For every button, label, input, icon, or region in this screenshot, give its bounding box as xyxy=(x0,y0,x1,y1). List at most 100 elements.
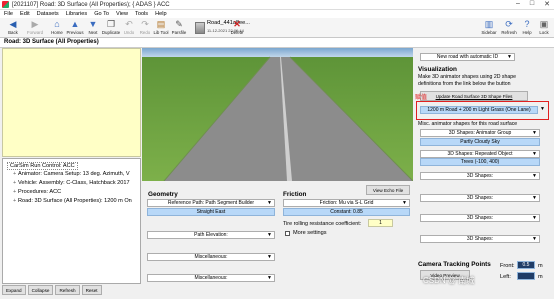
friction-heading: Friction xyxy=(283,191,307,198)
miscellaneous-dropdown-2[interactable]: Miscellaneous: ▼ xyxy=(147,274,275,282)
notes-area[interactable] xyxy=(2,48,141,157)
road-surface-link[interactable]: 1200 m Road + 200 m Light Grass (One Lan… xyxy=(420,106,538,114)
maximize-button[interactable]: □ xyxy=(530,0,534,8)
home-icon: ⌂ xyxy=(54,19,60,29)
animator-group-dropdown[interactable]: 3D Shapes: Animator Group ▼ xyxy=(420,129,540,137)
road-id-dropdown[interactable]: New road with automatic ID ▼ xyxy=(420,53,515,61)
friction-dropdown[interactable]: Friction: Mu via S-L Grid ▼ xyxy=(283,199,410,207)
left-unit: m xyxy=(538,274,543,280)
road-scene-graphic xyxy=(142,48,413,181)
chevron-down-icon: ▼ xyxy=(532,173,537,179)
geometry-heading: Geometry xyxy=(148,191,178,198)
menu-edit[interactable]: Edit xyxy=(20,11,30,17)
shapes-dropdown-1[interactable]: 3D Shapes: ▼ xyxy=(420,172,540,180)
page-header: Road: 3D Surface (All Properties) xyxy=(0,38,554,48)
back-icon: ◀ xyxy=(9,19,17,29)
close-button[interactable]: ✕ xyxy=(544,0,550,8)
animator-group-value[interactable]: Partly Cloudy Sky xyxy=(420,138,540,146)
reset-button[interactable]: Reset xyxy=(81,285,102,295)
miscellaneous-dropdown-1[interactable]: Miscellaneous: ▼ xyxy=(147,253,275,261)
delete-button[interactable]: ✕ Delete xyxy=(226,19,248,37)
chevron-down-icon: ▼ xyxy=(532,195,537,201)
parsfile-icon: ✎ xyxy=(175,19,183,29)
lock-icon: ▣ xyxy=(539,19,549,29)
run-control-tree[interactable]: CarSim Run Control: ACC + Animator: Camer… xyxy=(2,158,141,284)
page-title: Road: 3D Surface (All Properties) xyxy=(4,39,99,45)
tree-item[interactable]: + Road: 3D Surface (All Properties): 1200… xyxy=(13,198,132,204)
view-echo-file-button[interactable]: View Echo File xyxy=(366,185,410,195)
visualization-description: definitions from the link below the butt… xyxy=(418,81,511,87)
menu-datasets[interactable]: Datasets xyxy=(37,11,59,17)
tree-item[interactable]: + Animator: Camera Setup: 13 deg. Azimuth… xyxy=(13,171,130,177)
front-unit: m xyxy=(538,263,543,269)
chevron-down-icon: ▼ xyxy=(267,200,272,206)
reference-path-value[interactable]: Straight East xyxy=(147,208,275,216)
toolbar: ◀ Back ▶ Forward ⌂ Home ▲ Previous ▼ Nex… xyxy=(0,18,554,38)
sidebar-button[interactable]: ▥ Sidebar xyxy=(478,19,500,37)
next-icon: ▼ xyxy=(88,19,98,29)
menu-goto[interactable]: Go To xyxy=(94,11,109,17)
left-input[interactable] xyxy=(517,272,535,280)
friction-value[interactable]: Constant: 0.85 xyxy=(283,208,410,216)
help-icon: ? xyxy=(524,19,530,29)
previous-icon: ▲ xyxy=(70,19,80,29)
shapes-dropdown-3[interactable]: 3D Shapes: ▼ xyxy=(420,214,540,222)
sidebar-icon: ▥ xyxy=(484,19,494,29)
visualization-description: Make 3D animator shapes using 2D shape xyxy=(418,74,517,80)
rolling-resistance-input[interactable]: 1 xyxy=(368,219,393,227)
forward-button[interactable]: ▶ Forward xyxy=(24,19,46,37)
tree-refresh-button[interactable]: Refresh xyxy=(55,285,80,295)
menu-bar: File Edit Datasets Libraries Go To View … xyxy=(0,10,554,18)
redo-icon: ↷ xyxy=(141,19,149,29)
refresh-icon: ⟳ xyxy=(505,19,513,29)
more-settings-checkbox[interactable] xyxy=(285,231,290,236)
menu-tools[interactable]: Tools xyxy=(135,11,148,17)
undo-icon: ↶ xyxy=(125,19,133,29)
menu-help[interactable]: Help xyxy=(155,11,167,17)
rolling-resistance-label: Tire rolling resistance coefficient: xyxy=(283,221,362,227)
menu-libraries[interactable]: Libraries xyxy=(66,11,87,17)
forward-icon: ▶ xyxy=(31,19,39,29)
lock-button[interactable]: ▣ Lock xyxy=(533,19,554,37)
tree-item[interactable]: + Vehicle: Assembly: C-Class, Hatchback 2… xyxy=(13,180,130,186)
repeated-object-value[interactable]: Trees (-100, 400) xyxy=(420,158,540,166)
repeated-object-dropdown[interactable]: 3D Shapes: Repeated Object ▼ xyxy=(420,150,540,158)
properties-panel: Geometry Reference Path: Path Segment Bu… xyxy=(142,181,413,296)
chevron-down-icon: ▼ xyxy=(532,215,537,221)
collapse-button[interactable]: Collapse xyxy=(27,285,54,295)
road-preview-scene xyxy=(142,48,413,181)
tree-buttons: Expand Collapse Refresh Reset xyxy=(2,285,141,296)
shapes-dropdown-2[interactable]: 3D Shapes: ▼ xyxy=(420,194,540,202)
chevron-down-icon: ▼ xyxy=(267,275,272,281)
back-button[interactable]: ◀ Back xyxy=(2,19,24,37)
minimize-button[interactable]: – xyxy=(516,0,520,8)
chevron-down-icon[interactable]: ▼ xyxy=(540,106,545,112)
path-elevation-dropdown[interactable]: Path Elevation: ▼ xyxy=(147,231,275,239)
parsfile-button[interactable]: ✎ Parsfile xyxy=(168,19,190,37)
left-label: Left: xyxy=(500,274,511,280)
chevron-down-icon: ▼ xyxy=(532,236,537,242)
chevron-down-icon: ▼ xyxy=(507,54,512,60)
duplicate-icon: ❐ xyxy=(106,19,116,29)
chevron-down-icon: ▼ xyxy=(267,254,272,260)
delete-icon: ✕ xyxy=(233,19,241,29)
watermark: CSDN @ 南城 xyxy=(423,276,475,285)
tree-root[interactable]: CarSim Run Control: ACC xyxy=(7,162,78,170)
chevron-down-icon: ▼ xyxy=(402,200,407,206)
update-road-surface-button[interactable]: Update Road Surface 3D Shape Files xyxy=(420,91,528,101)
chevron-down-icon: ▼ xyxy=(532,151,537,157)
camera-tracking-heading: Camera Tracking Points xyxy=(418,261,491,268)
expand-button[interactable]: Expand xyxy=(2,285,26,295)
chevron-down-icon: ▼ xyxy=(532,130,537,136)
shapes-dropdown-4[interactable]: 3D Shapes: ▼ xyxy=(420,235,540,243)
front-input[interactable]: 0.5 xyxy=(517,261,535,269)
menu-view[interactable]: View xyxy=(116,11,128,17)
right-panel: New road with automatic ID ▼ Visualizatio… xyxy=(414,48,554,299)
lib-tool-icon: ▤ xyxy=(156,19,166,29)
app-icon xyxy=(2,1,9,8)
visualization-heading: Visualization xyxy=(418,66,457,73)
menu-file[interactable]: File xyxy=(4,11,13,17)
reference-path-dropdown[interactable]: Reference Path: Path Segment Builder ▼ xyxy=(147,199,275,207)
misc-shapes-description: Misc. animator shapes for this road surf… xyxy=(418,121,518,127)
tree-item[interactable]: + Procedures: ACC xyxy=(13,189,61,195)
